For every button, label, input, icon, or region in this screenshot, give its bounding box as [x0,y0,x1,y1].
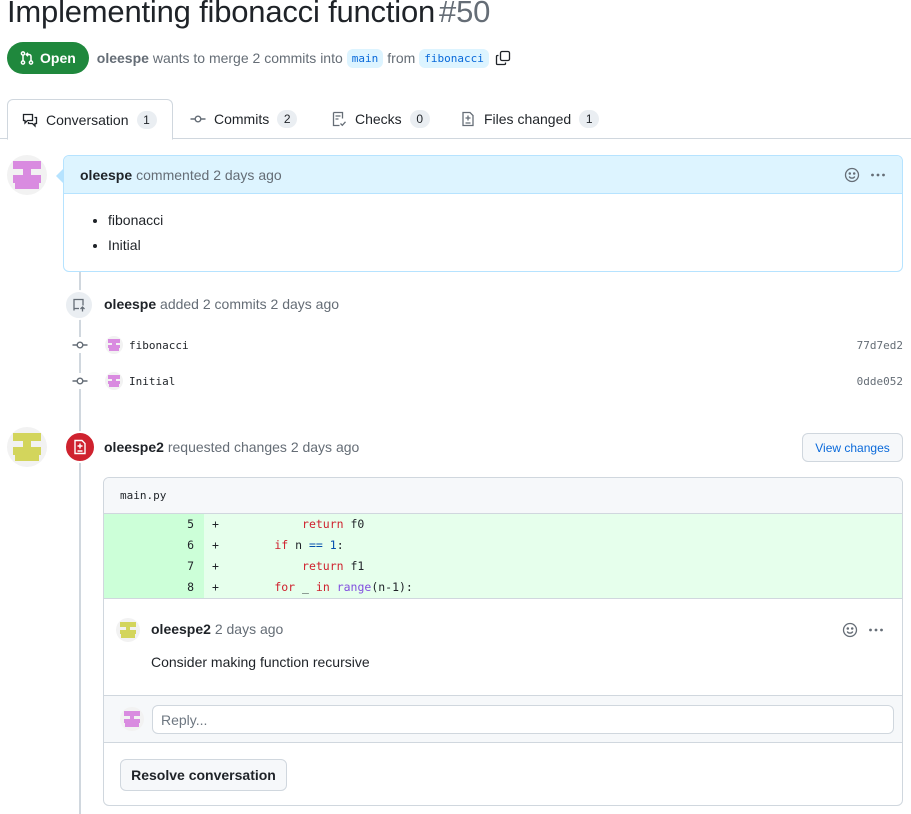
inline-comment-time[interactable]: 2 days ago [215,621,284,637]
kebab-horizontal-icon[interactable] [870,167,886,183]
inline-comment-header: oleespe2 2 days ago [151,621,283,637]
comment-time[interactable]: 2 days ago [213,167,282,183]
commit-row: Initial 0dde052 [70,371,903,391]
conversation-icon [22,113,38,128]
file-path[interactable]: main.py [104,478,902,514]
diff-sign: + [212,517,219,531]
inline-comment-author[interactable]: oleespe2 [151,621,211,637]
comment-author[interactable]: oleespe [80,167,132,183]
avatar[interactable] [116,618,140,642]
pr-title-text: Implementing fibonacci function [7,0,436,29]
review-author[interactable]: oleespe2 [104,439,164,455]
commits-event-text: oleespe added 2 commits 2 days ago [104,296,339,312]
pr-author-link[interactable]: oleespe [97,50,149,66]
avatar[interactable] [7,155,47,195]
file-diff-icon [74,439,86,455]
tab-counter: 0 [409,110,430,128]
review-action: requested changes [167,439,287,455]
diff-code: + for _ in range(n-1): [204,577,902,598]
comment-header: oleespe commented 2 days ago [64,156,902,194]
tab-commits[interactable]: Commits 2 [176,99,311,139]
diff-code: + return f1 [204,556,902,577]
avatar[interactable] [7,427,47,467]
diff-hunk: 5 + return f0 6 + if n == 1: 7 + return … [104,514,902,598]
tab-counter: 1 [136,110,157,129]
tab-label: Files changed [484,111,572,127]
pr-number: #50 [439,0,491,29]
state-badge: Open [7,42,89,74]
commit-message-link[interactable]: fibonacci [129,339,189,352]
tab-label: Commits [214,111,270,127]
tab-conversation[interactable]: Conversation 1 [7,99,173,140]
base-branch[interactable]: main [346,48,384,68]
diff-line: 7 + return f1 [104,556,902,577]
smiley-icon[interactable] [844,167,860,183]
commit-row: fibonacci 77d7ed2 [70,335,903,355]
comment-box: oleespe commented 2 days ago fibonacci I… [63,155,903,272]
list-item: fibonacci [108,208,886,233]
event-action: added 2 commits [160,296,267,312]
commit-sha-link[interactable]: 77d7ed2 [857,339,903,352]
diff-code: + if n == 1: [204,535,902,556]
push-event-badge [64,290,94,320]
pr-title: Implementing fibonacci function #50 [7,0,490,30]
git-commit-icon [72,337,88,353]
diff-code: + return f0 [204,514,902,535]
repo-push-icon [73,298,85,312]
head-branch[interactable]: fibonacci [419,48,489,68]
file-diff-icon [462,111,474,127]
line-number: 6 [104,535,204,556]
tab-counter: 1 [579,110,600,128]
reply-area [104,695,902,743]
tab-label: Conversation [46,111,129,128]
copy-icon[interactable] [495,50,511,66]
diff-sign: + [212,580,219,594]
event-time[interactable]: 2 days ago [271,296,340,312]
pr-meta: Open oleespe wants to merge 2 commits in… [7,42,511,74]
tab-checks[interactable]: Checks 0 [317,99,444,139]
commit-sha-link[interactable]: 0dde052 [857,375,903,388]
avatar[interactable] [105,372,123,390]
list-item: Initial [108,233,886,258]
changes-requested-badge [64,431,96,463]
merge-summary: oleespe wants to merge 2 commits into ma… [97,48,511,68]
tab-label: Checks [355,111,402,127]
git-commit-icon [72,373,88,389]
pull-request-icon [20,51,34,65]
inline-comment-body: Consider making function recursive [151,654,370,670]
event-author[interactable]: oleespe [104,296,156,312]
checklist-icon [332,111,346,127]
diff-line: 5 + return f0 [104,514,902,535]
diff-line: 6 + if n == 1: [104,535,902,556]
line-number: 7 [104,556,204,577]
inline-comment: oleespe2 2 days ago Consider making func… [104,598,902,696]
pr-tabs: Conversation 1 Commits 2 Checks 0 Files … [0,99,911,140]
commit-icon [190,115,206,123]
commit-message-link[interactable]: Initial [129,375,175,388]
from-text: from [387,50,416,66]
resolve-conversation-button[interactable]: Resolve conversation [120,759,287,791]
comment-body: fibonacci Initial [64,194,902,258]
diff-sign: + [212,559,219,573]
kebab-horizontal-icon[interactable] [868,622,884,638]
avatar[interactable] [105,336,123,354]
merge-text: wants to merge 2 commits into [152,50,343,66]
smiley-icon[interactable] [842,622,858,638]
line-number: 8 [104,577,204,598]
reply-input[interactable] [152,705,894,734]
review-event-text: oleespe2 requested changes 2 days ago [104,439,359,455]
tab-files-changed[interactable]: Files changed 1 [446,99,613,139]
view-changes-button[interactable]: View changes [802,433,903,462]
state-label: Open [40,50,76,66]
review-thread: main.py 5 + return f0 6 + if n == 1: 7 +… [103,477,903,806]
tab-counter: 2 [277,110,298,128]
diff-sign: + [212,538,219,552]
line-number: 5 [104,514,204,535]
review-time[interactable]: 2 days ago [291,439,360,455]
comment-action: commented [136,166,210,183]
diff-line: 8 + for _ in range(n-1): [104,577,902,598]
avatar[interactable] [120,707,144,731]
